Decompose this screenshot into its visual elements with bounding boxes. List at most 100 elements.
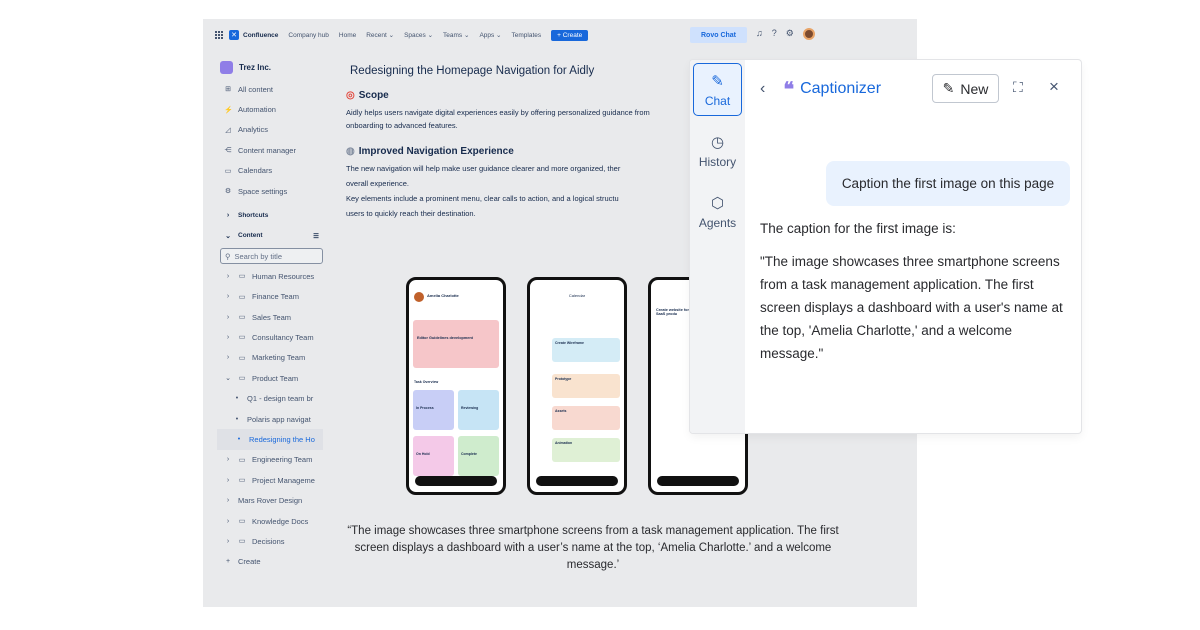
tree-item[interactable]: ⌄ ▭ Product Team <box>215 368 323 388</box>
search-input[interactable]: ⚲ Search by title <box>220 248 323 265</box>
tree-item[interactable]: › ▭ Knowledge Docs <box>215 511 323 531</box>
brand-name[interactable]: Confluence <box>243 32 278 39</box>
tree-item-label: Decisions <box>252 536 285 546</box>
tree-chevron-icon[interactable]: • <box>233 416 241 423</box>
app-switcher-icon[interactable] <box>215 31 223 39</box>
sidebar-item[interactable]: ◿ Analytics <box>215 120 323 140</box>
help-icon[interactable]: ? <box>772 28 777 40</box>
folder-icon: ▭ <box>238 314 246 322</box>
back-chevron-icon[interactable]: ‹ <box>760 80 765 98</box>
rail-chat[interactable]: ✎ Chat <box>693 63 742 116</box>
new-chat-button[interactable]: ✎ New <box>932 74 999 103</box>
tree-chevron-icon[interactable]: › <box>224 314 232 321</box>
tree-item[interactable]: • Redesigning the Ho <box>217 429 323 450</box>
tree-chevron-icon[interactable]: • <box>235 436 243 443</box>
chevron-right-icon: › <box>226 212 230 220</box>
tree-item[interactable]: › ▭ Engineering Team <box>215 450 323 470</box>
rail-agents[interactable]: ⬡ Agents <box>693 185 742 238</box>
tree-item-label: Product Team <box>252 373 299 383</box>
close-icon[interactable]: × <box>1049 77 1059 97</box>
tree-chevron-icon[interactable]: › <box>224 477 232 484</box>
tree-item[interactable]: › ▭ Decisions <box>215 531 323 551</box>
shortcuts-section[interactable]: › Shortcuts <box>215 205 323 225</box>
sidebar-item[interactable]: ▭ Calendars <box>215 161 323 181</box>
tree-chevron-icon[interactable]: › <box>224 518 232 525</box>
new-chat-label: New <box>960 80 989 97</box>
profile-name: Amelia Charlotte <box>427 293 459 298</box>
status-card-reviewing: Reviewing <box>458 390 499 430</box>
image-caption: “The image showcases three smartphone sc… <box>347 525 839 571</box>
space-sidebar: Trez Inc. ⊞ All content ⚡ Automation ◿ Analyt… <box>215 59 323 572</box>
nav-recent[interactable]: Recent ⌄ <box>366 31 394 39</box>
tree-chevron-icon[interactable]: › <box>224 354 232 361</box>
folder-icon: ▭ <box>238 273 246 281</box>
user-avatar[interactable] <box>802 28 815 40</box>
nav-spaces[interactable]: Spaces ⌄ <box>404 31 433 39</box>
tree-item[interactable]: › ▭ Marketing Team <box>215 348 323 368</box>
rovo-chat-button[interactable]: Rovo Chat <box>690 27 747 43</box>
tree-item[interactable]: + Create <box>215 552 323 572</box>
sidebar-item-label: Space settings <box>238 186 288 196</box>
notifications-icon[interactable]: ♫ <box>756 28 763 40</box>
expand-icon[interactable]: ⛶ <box>1013 79 1023 96</box>
sidebar-item-icon: ⚡ <box>224 106 233 114</box>
tree-item[interactable]: › ▭ Human Resources <box>215 266 323 286</box>
rail-agents-label: Agents <box>698 215 737 230</box>
nav-heading: ◍ Improved Navigation Experience <box>346 146 691 157</box>
tree-item[interactable]: › ▭ Project Manageme <box>215 470 323 490</box>
rail-history[interactable]: ◷ History <box>693 124 742 177</box>
nav-teams[interactable]: Teams ⌄ <box>443 31 469 39</box>
tree-item[interactable]: › ▭ Sales Team <box>215 307 323 327</box>
content-section[interactable]: ⌄ Content ☰ <box>215 226 323 246</box>
agent-title[interactable]: ❝ Captionizer <box>783 77 881 101</box>
tree-item-label: Q1 - design team br <box>247 394 314 404</box>
tree-chevron-icon[interactable]: › <box>224 273 232 280</box>
space-header[interactable]: Trez Inc. <box>220 59 323 75</box>
nav-company-hub[interactable]: Company hub <box>288 32 328 39</box>
tree-item[interactable]: › ▭ Finance Team <box>215 287 323 307</box>
sidebar-item[interactable]: ⚙ Space settings <box>215 181 323 201</box>
nav-home[interactable]: Home <box>339 32 356 39</box>
search-icon: ⚲ <box>225 251 231 261</box>
tree-item-label: Marketing Team <box>252 353 306 363</box>
user-message: Caption the first image on this page <box>826 161 1070 206</box>
tree-chevron-icon[interactable]: › <box>224 538 232 545</box>
task-overview-title: Task Overview <box>414 380 439 384</box>
nav-apps[interactable]: Apps ⌄ <box>479 31 501 39</box>
tree-item-label: Mars Rover Design <box>238 496 303 506</box>
tree-item[interactable]: • Polaris app navigat <box>215 409 323 429</box>
quote-icon: ❝ <box>783 77 795 101</box>
sidebar-item[interactable]: ⚡ Automation <box>215 99 323 119</box>
tree-chevron-icon[interactable]: ⌄ <box>224 374 232 382</box>
tree-chevron-icon[interactable]: › <box>224 334 232 341</box>
profile-avatar <box>414 292 424 302</box>
tree-chevron-icon[interactable]: › <box>224 456 232 463</box>
chat-icon: ✎ <box>711 72 724 90</box>
agent-name: Captionizer <box>800 80 882 97</box>
event-title: Create Wireframe <box>555 341 584 345</box>
tree-item[interactable]: › ▭ Consultancy Team <box>215 327 323 347</box>
tree-chevron-icon[interactable]: › <box>224 293 232 300</box>
nav-templates[interactable]: Templates <box>512 32 542 39</box>
sidebar-item-icon: ⚙ <box>224 188 232 196</box>
sidebar-item-label: Analytics <box>238 125 269 135</box>
shortcuts-label: Shortcuts <box>238 212 269 220</box>
settings-icon[interactable]: ⚙ <box>786 28 794 40</box>
space-name: Trez Inc. <box>239 62 272 72</box>
status-card-in-process: In Process <box>413 390 454 430</box>
tree-chevron-icon[interactable]: + <box>224 558 232 565</box>
sidebar-item[interactable]: ⊞ All content <box>215 79 323 99</box>
tree-item[interactable]: • Q1 - design team br <box>215 388 323 408</box>
agents-icon: ⬡ <box>710 194 725 212</box>
tree-item[interactable]: › Mars Rover Design <box>215 490 323 510</box>
phone-tab-bar <box>415 476 497 486</box>
nav-line-3: Key elements include a prominent menu, c… <box>346 194 619 203</box>
create-button[interactable]: + Create <box>551 29 589 41</box>
status-label: In Process <box>416 406 434 410</box>
tree-chevron-icon[interactable]: • <box>233 395 241 402</box>
sidebar-item[interactable]: ⋲ Content manager <box>215 140 323 160</box>
filter-icon[interactable]: ☰ <box>313 232 319 240</box>
scope-heading-text: Scope <box>358 90 389 101</box>
confluence-logo-icon[interactable]: ✕ <box>229 30 239 40</box>
tree-chevron-icon[interactable]: › <box>224 497 232 504</box>
